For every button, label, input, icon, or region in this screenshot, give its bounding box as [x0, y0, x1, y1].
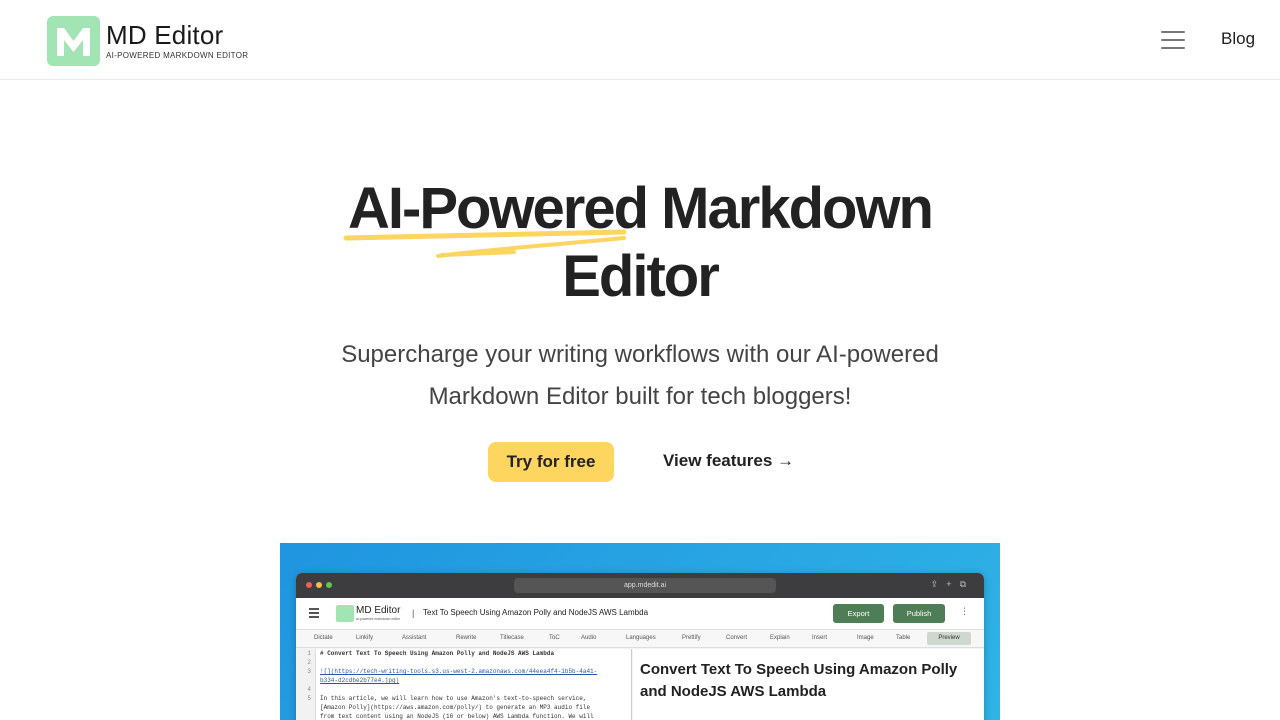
markdown-editor-pane: 1 2 3 4 5 # Convert Text To Speech Using… — [296, 649, 632, 720]
tool-insert: Insert — [812, 635, 828, 641]
code-line: In this article, we will learn how to us… — [320, 695, 587, 702]
tool-toc: ToC — [549, 635, 560, 641]
tool-titlecase: Titlecase — [500, 635, 524, 641]
browser-action-icons: ⇪+⧉ — [930, 579, 974, 589]
hero-subtitle: Supercharge your writing workflows with … — [341, 341, 939, 410]
product-screenshot: app.mdedit.ai ⇪+⧉ MD Editor ai-powered m… — [280, 543, 1000, 720]
rendered-preview-pane: Convert Text To Speech Using Amazon Poll… — [633, 649, 984, 720]
site-header: MD Editor AI-POWERED MARKDOWN EDITOR Blo… — [0, 0, 1280, 80]
view-features-link[interactable]: View features → — [663, 451, 794, 471]
line-number: 5 — [307, 695, 311, 702]
tool-audio: Audio — [581, 635, 597, 641]
tool-rewrite: Rewrite — [456, 635, 477, 641]
hero-title-line-2: Editor — [562, 244, 720, 309]
document-title: Text To Speech Using Amazon Polly and No… — [423, 608, 649, 617]
line-gutter: 1 2 3 4 5 — [296, 649, 316, 720]
nav-blog-link[interactable]: Blog — [1221, 29, 1255, 49]
line-number — [296, 712, 315, 720]
app-logo-icon — [336, 605, 354, 622]
logo-tagline: AI-POWERED MARKDOWN EDITOR — [106, 51, 249, 60]
try-for-free-button[interactable]: Try for free — [488, 442, 614, 482]
minimize-dot-icon — [316, 582, 322, 588]
line-number: 2 — [307, 659, 311, 666]
tool-assistant: Assistant — [402, 635, 427, 641]
line-number — [296, 703, 315, 712]
code-line: from text content using an NodeJS (16 or… — [320, 713, 594, 720]
publish-button: Publish — [893, 604, 945, 623]
browser-window: app.mdedit.ai ⇪+⧉ MD Editor ai-powered m… — [296, 573, 984, 720]
site-logo[interactable]: MD Editor AI-POWERED MARKDOWN EDITOR — [47, 16, 248, 66]
line-number — [296, 676, 315, 685]
export-button: Export — [833, 604, 884, 623]
app-logo-text: MD Editor — [356, 605, 401, 616]
tool-dictate: Dictate — [314, 635, 333, 641]
code-line: ![](https://tech-writing-tools.s3.us-wes… — [320, 668, 598, 675]
hero-title: AI-Powered Markdown Editor — [0, 175, 1280, 311]
tool-convert: Convert — [726, 635, 748, 641]
more-options-icon: ⋮ — [960, 606, 969, 616]
tool-languages: Languages — [626, 635, 656, 641]
line-number: 4 — [307, 686, 311, 693]
browser-titlebar: app.mdedit.ai ⇪+⧉ — [296, 573, 984, 598]
rendered-heading: Convert Text To Speech Using Amazon Poll… — [640, 661, 958, 700]
tool-linkify: Linkify — [356, 635, 374, 641]
line-number: 1 — [307, 650, 311, 657]
code-line: [Amazon Polly](https://aws.amazon.com/po… — [320, 704, 591, 711]
code-line: b334-d2cdbe2b77e4.jpg) — [320, 677, 400, 684]
logo-mark-icon — [47, 16, 100, 66]
tool-image: Image — [857, 635, 874, 641]
app-logo-sub: ai-powered markdown editor — [356, 617, 401, 621]
maximize-dot-icon — [326, 582, 332, 588]
tool-table: Table — [896, 635, 911, 641]
tool-explain: Explain — [770, 635, 790, 641]
line-number: 3 — [307, 668, 311, 675]
close-dot-icon — [306, 582, 312, 588]
tool-prettify: Prettify — [682, 635, 701, 641]
hamburger-menu-icon[interactable] — [1159, 28, 1187, 52]
preview-toggle: Preview — [927, 632, 971, 645]
editor-toolbar: Dictate Linkify Assistant Rewrite Titlec… — [296, 630, 984, 648]
hero-title-line-1: AI-Powered Markdown — [348, 176, 934, 241]
app-topbar: MD Editor ai-powered markdown editor | T… — [296, 598, 984, 630]
address-bar: app.mdedit.ai — [514, 578, 776, 593]
logo-text: MD Editor AI-POWERED MARKDOWN EDITOR — [106, 21, 248, 61]
logo-title: MD Editor — [106, 20, 224, 50]
title-separator: | — [412, 608, 415, 618]
code-line: # Convert Text To Speech Using Amazon Po… — [320, 650, 555, 657]
code-lines: # Convert Text To Speech Using Amazon Po… — [320, 649, 626, 720]
app-menu-icon — [309, 608, 319, 620]
highlight-underline-icon — [343, 229, 627, 258]
